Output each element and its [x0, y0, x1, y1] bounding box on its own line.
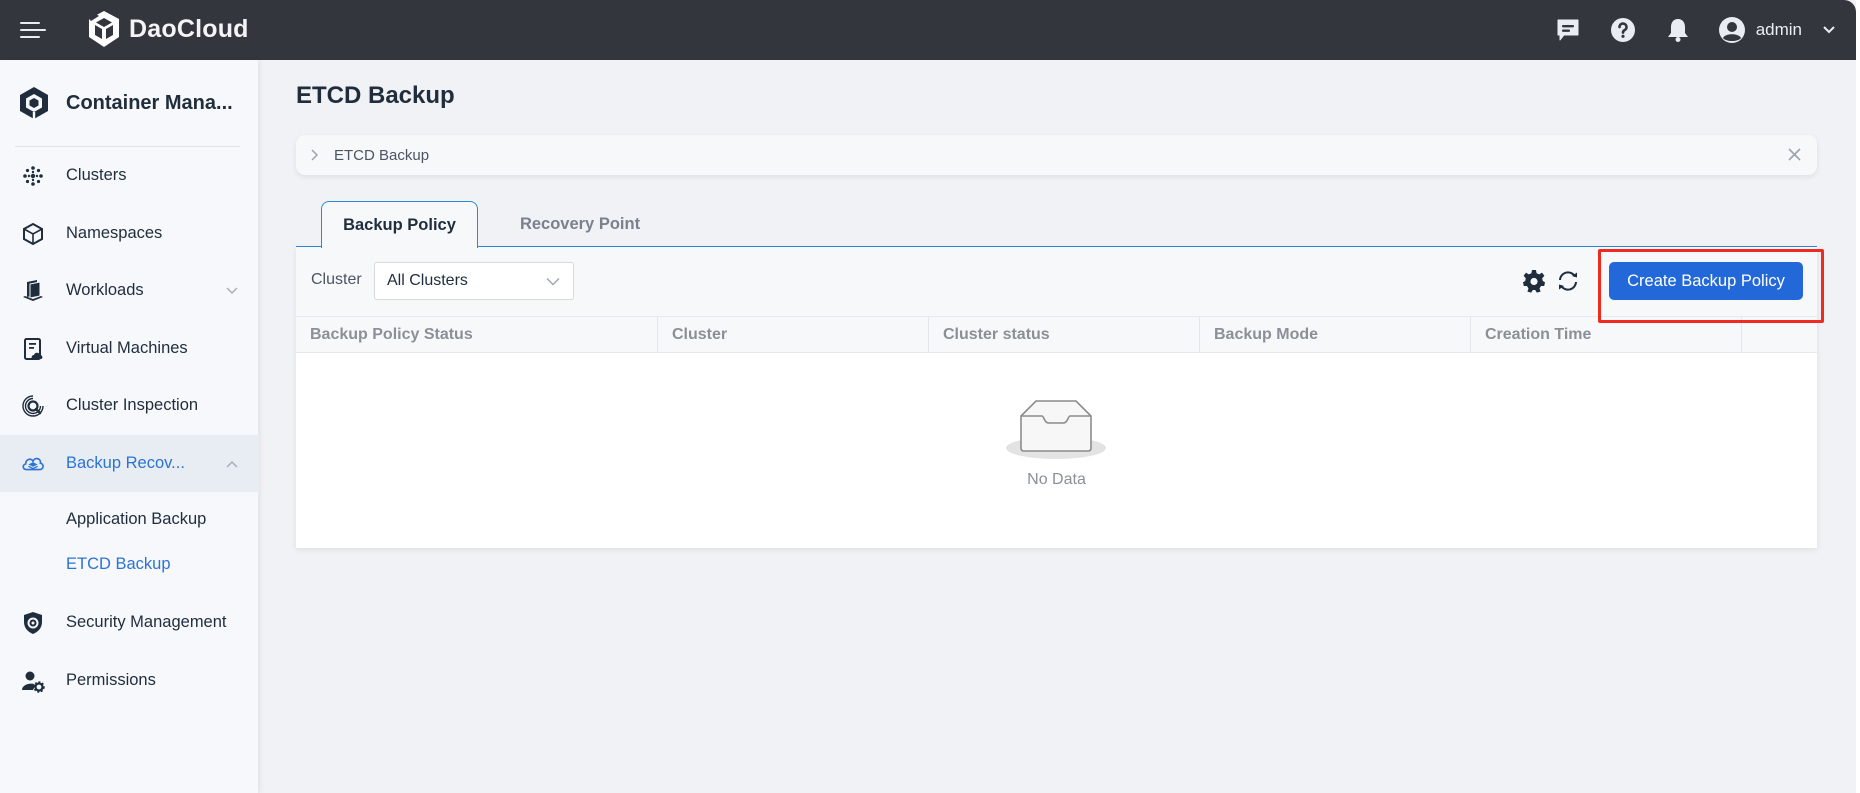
help-icon[interactable] — [1609, 16, 1637, 44]
create-backup-policy-button[interactable]: Create Backup Policy — [1609, 262, 1803, 300]
sidebar-item-workloads[interactable]: Workloads — [0, 262, 259, 319]
container-management-icon — [20, 87, 48, 120]
virtual-machine-icon — [21, 337, 45, 361]
chevron-up-icon — [226, 460, 238, 468]
sidebar-item-label: Backup Recov... — [66, 454, 185, 472]
clusters-icon — [21, 164, 45, 188]
sidebar-item-cluster-inspection[interactable]: Cluster Inspection — [0, 377, 259, 434]
page-title: ETCD Backup — [296, 82, 455, 109]
column-header[interactable]: Creation Time — [1471, 317, 1742, 352]
sidebar-item-label: Namespaces — [66, 224, 163, 242]
breadcrumb: ETCD Backup — [296, 135, 1817, 175]
namespace-cube-icon — [21, 222, 45, 246]
tab-recovery-point[interactable]: Recovery Point — [500, 201, 660, 247]
sidebar-item-label: Virtual Machines — [66, 339, 188, 357]
brand-name: DaoCloud — [129, 14, 249, 43]
sidebar-item-label: Security Management — [66, 613, 227, 631]
top-actions: admin — [1554, 0, 1836, 60]
sidebar-item-label: Workloads — [66, 281, 144, 299]
refresh-icon[interactable] — [1556, 269, 1580, 293]
cluster-filter-label: Cluster — [311, 271, 362, 288]
cluster-filter-value: All Clusters — [387, 272, 468, 289]
chevron-down-icon — [1823, 26, 1835, 34]
table-toolbar: Cluster All Clusters Create Backup Polic… — [296, 247, 1817, 316]
sidebar-subitem-application-backup[interactable]: Application Backup — [66, 510, 206, 529]
top-header: DaoCloud admin — [0, 0, 1856, 60]
sidebar-item-virtual-machines[interactable]: Virtual Machines — [0, 320, 259, 377]
sidebar-item-security-management[interactable]: Security Management — [0, 594, 259, 651]
module-header[interactable]: Container Mana... — [18, 86, 233, 120]
empty-state: No Data — [296, 353, 1817, 548]
sidebar-item-label: Cluster Inspection — [66, 396, 199, 414]
chevron-right-icon[interactable] — [310, 149, 318, 161]
sidebar-item-backup-recovery[interactable]: Backup Recov... — [0, 435, 259, 492]
menu-icon[interactable] — [20, 20, 46, 40]
user-name: admin — [1755, 20, 1802, 39]
sidebar: Container Mana... Clusters Namespaces Wo… — [0, 60, 259, 793]
sidebar-item-label: Clusters — [66, 166, 127, 184]
column-header-actions — [1742, 317, 1817, 352]
sidebar-item-label: Permissions — [66, 671, 156, 689]
column-header[interactable]: Cluster — [658, 317, 929, 352]
close-icon[interactable] — [1788, 148, 1801, 161]
sidebar-item-namespaces[interactable]: Namespaces — [0, 205, 259, 262]
empty-inbox-icon — [1006, 400, 1106, 459]
chevron-down-icon — [546, 278, 560, 286]
message-icon[interactable] — [1554, 16, 1582, 44]
chevron-down-icon — [226, 286, 238, 294]
daocloud-logo-icon — [89, 11, 119, 47]
column-header[interactable]: Backup Mode — [1200, 317, 1471, 352]
column-header[interactable]: Backup Policy Status — [296, 317, 658, 352]
sidebar-subitem-etcd-backup[interactable]: ETCD Backup — [66, 555, 171, 574]
app-window: DaoCloud admin Container Mana... Cluster… — [0, 0, 1856, 793]
sidebar-item-permissions[interactable]: Permissions — [0, 652, 259, 709]
user-menu[interactable]: admin — [1718, 16, 1836, 44]
gear-icon[interactable] — [1522, 269, 1546, 293]
column-header[interactable]: Cluster status — [929, 317, 1200, 352]
permissions-icon — [21, 669, 45, 693]
user-avatar-icon — [1718, 17, 1745, 43]
cluster-filter-select[interactable]: All Clusters — [374, 262, 574, 300]
backup-policy-panel: Cluster All Clusters Create Backup Polic… — [296, 247, 1817, 548]
module-title: Container Mana... — [66, 91, 233, 114]
sidebar-item-clusters[interactable]: Clusters — [0, 147, 259, 204]
brand[interactable]: DaoCloud — [87, 10, 249, 48]
backup-cloud-icon — [21, 452, 45, 476]
tab-backup-policy[interactable]: Backup Policy — [321, 201, 478, 248]
inspection-icon — [21, 394, 45, 418]
empty-state-text: No Data — [1027, 471, 1086, 488]
bell-icon[interactable] — [1664, 16, 1692, 44]
workloads-icon — [21, 279, 45, 303]
security-shield-icon — [21, 611, 45, 635]
breadcrumb-item[interactable]: ETCD Backup — [334, 147, 429, 164]
table-header: Backup Policy Status Cluster Cluster sta… — [296, 316, 1817, 353]
